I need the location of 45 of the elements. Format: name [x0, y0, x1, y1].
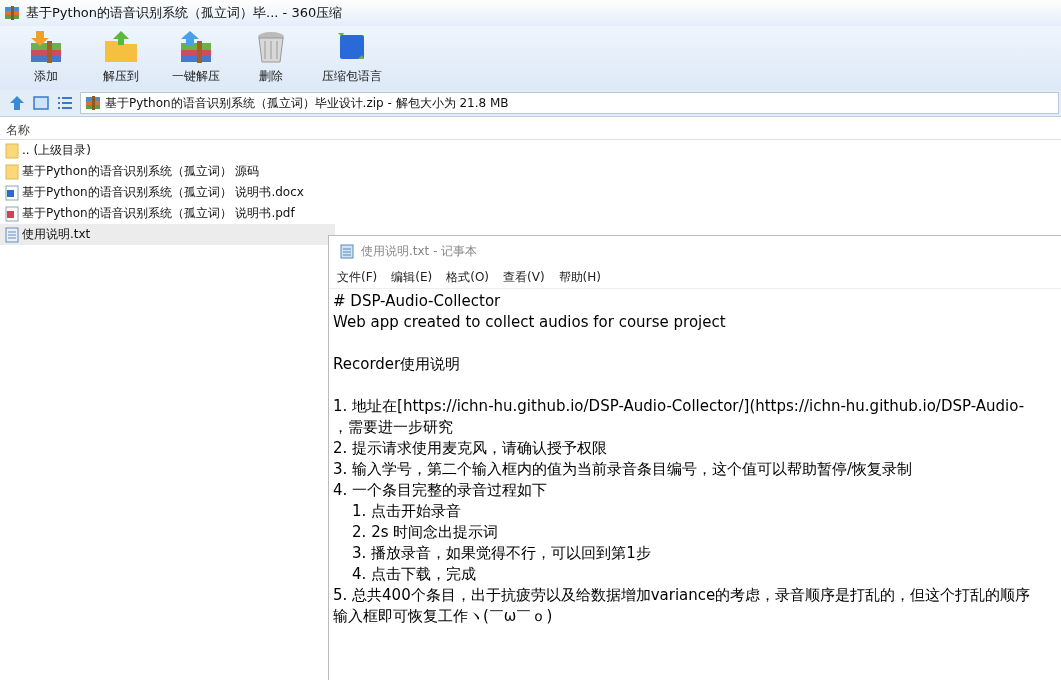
- menu-item[interactable]: 格式(O): [446, 268, 490, 286]
- window-title: 基于Python的语音识别系统（孤立词）毕... - 360压缩: [26, 4, 343, 22]
- folder-up-arrow-icon: [102, 29, 139, 65]
- text-line: 1. 地址在[https://ichn-hu.github.io/DSP-Audio-Collector/](https://ichn-hu.github.io/DSP-Audio-: [333, 396, 1026, 417]
- text-line: Web app created to collect audios for course project: [333, 312, 727, 333]
- file-row[interactable]: .. (上级目录): [0, 140, 328, 161]
- text-line: 3. 输入学号，第二个输入框内的值为当前录音条目编号，这个值可以帮助暂停/恢复录制: [333, 459, 914, 480]
- text-line: 2. 2s 时间念出提示词: [351, 522, 500, 543]
- up-arrow-icon[interactable]: [8, 94, 26, 112]
- window-title: 使用说明.txt - 记事本: [361, 242, 478, 260]
- word-document-icon: [5, 184, 19, 201]
- column-header[interactable]: 名称: [6, 121, 30, 139]
- text-line: 2. 提示请求使用麦克风，请确认授予权限: [333, 438, 609, 459]
- delete-button[interactable]: 删除: [233, 26, 308, 88]
- text-line: 3. 播放录音，如果觉得不行，可以回到第1步: [351, 543, 652, 564]
- text-line: Recorder使用说明: [333, 354, 462, 375]
- pdf-document-icon: [5, 205, 19, 222]
- text-line: ，需要进一步研究: [333, 417, 454, 438]
- text-document-icon: [5, 226, 19, 243]
- archive-icon: [85, 95, 101, 111]
- file-row[interactable]: 使用说明.txt: [0, 224, 335, 245]
- text-line: 4. 点击下载，完成: [351, 564, 478, 585]
- text-line: 输入框即可恢复工作ヽ(￣ω￣ｏ): [333, 606, 554, 627]
- file-row[interactable]: 基于Python的语音识别系统（孤立词） 说明书.docx: [0, 182, 328, 203]
- address-field[interactable]: 基于Python的语音识别系统（孤立词）毕业设计.zip - 解包大小为 21.8 MB: [80, 92, 1059, 114]
- folder-icon: [5, 142, 19, 159]
- thumbnail-view-icon[interactable]: [32, 94, 50, 112]
- language-button[interactable]: 压缩包语言: [308, 26, 396, 88]
- archive-icon: [4, 5, 20, 21]
- text-line: 5. 总共400个条目，出于抗疲劳以及给数据增加variance的考虑，录音顺序是打乱的，但这个打乱的顺序: [333, 585, 1032, 606]
- notepad-icon: [339, 243, 355, 259]
- menu-item[interactable]: 文件(F): [337, 268, 378, 286]
- add-button[interactable]: 添加: [8, 26, 83, 88]
- file-row[interactable]: 基于Python的语音识别系统（孤立词） 源码: [0, 161, 328, 182]
- menu-item[interactable]: 编辑(E): [391, 268, 433, 286]
- text-line: 4. 一个条目完整的录音过程如下: [333, 480, 549, 501]
- text-line: 1. 点击开始录音: [351, 501, 463, 522]
- extract-to-button[interactable]: 解压到: [83, 26, 158, 88]
- menu-item[interactable]: 帮助(H): [558, 268, 601, 286]
- extract-button[interactable]: 一键解压: [158, 26, 233, 88]
- text-line: # DSP-Audio-Collector: [333, 291, 502, 312]
- folder-icon: [5, 163, 19, 180]
- menu-item[interactable]: 查看(V): [503, 268, 545, 286]
- file-row[interactable]: 基于Python的语音识别系统（孤立词） 说明书.pdf: [0, 203, 328, 224]
- list-view-icon[interactable]: [56, 94, 74, 112]
